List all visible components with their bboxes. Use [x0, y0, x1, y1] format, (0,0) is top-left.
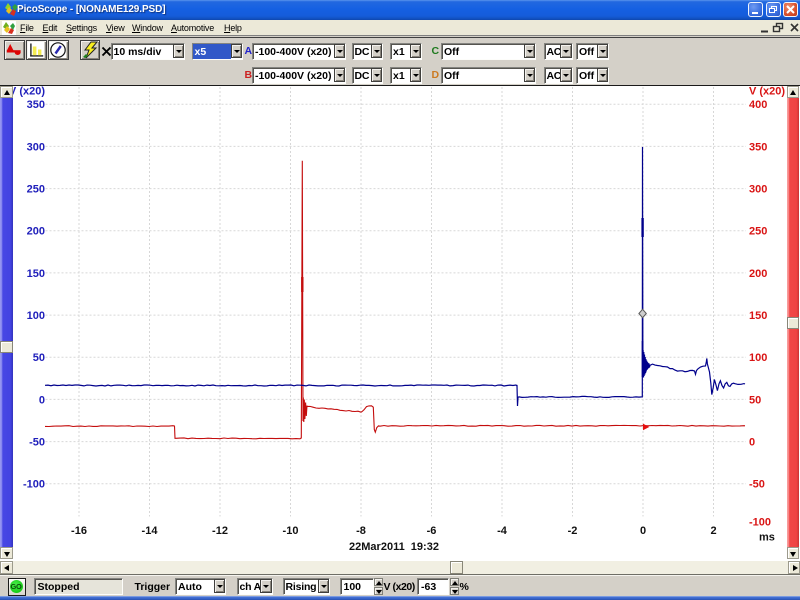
svg-text:300: 300: [749, 184, 767, 196]
svg-text:0: 0: [640, 525, 646, 537]
svg-text:300: 300: [27, 141, 45, 153]
svg-text:-4: -4: [497, 525, 508, 537]
svg-text:350: 350: [27, 99, 45, 111]
svg-text:V (x20): V (x20): [9, 86, 45, 98]
svg-text:V (x20): V (x20): [749, 86, 785, 98]
svg-text:250: 250: [27, 184, 45, 196]
svg-text:2: 2: [710, 525, 716, 537]
svg-text:400: 400: [749, 99, 767, 111]
svg-text:-100: -100: [23, 479, 45, 491]
svg-text:0: 0: [749, 437, 755, 449]
svg-text:200: 200: [27, 226, 45, 238]
svg-text:-12: -12: [212, 525, 228, 537]
svg-text:200: 200: [749, 268, 767, 280]
svg-text:-16: -16: [71, 525, 87, 537]
svg-text:350: 350: [749, 141, 767, 153]
svg-text:-2: -2: [568, 525, 578, 537]
svg-text:50: 50: [749, 394, 761, 406]
svg-text:-50: -50: [749, 479, 765, 491]
svg-text:100: 100: [27, 310, 45, 322]
svg-text:150: 150: [27, 268, 45, 280]
svg-text:-50: -50: [29, 437, 45, 449]
svg-text:100: 100: [749, 352, 767, 364]
svg-text:-6: -6: [427, 525, 437, 537]
svg-text:-10: -10: [283, 525, 299, 537]
svg-text:150: 150: [749, 310, 767, 322]
svg-text:0: 0: [39, 394, 45, 406]
svg-text:ms: ms: [759, 532, 775, 544]
svg-text:-100: -100: [749, 517, 771, 529]
svg-text:22Mar2011 19:32: 22Mar2011 19:32: [349, 541, 439, 553]
svg-text:50: 50: [33, 352, 45, 364]
svg-text:250: 250: [749, 226, 767, 238]
svg-text:-14: -14: [142, 525, 159, 537]
svg-text:-8: -8: [356, 525, 366, 537]
